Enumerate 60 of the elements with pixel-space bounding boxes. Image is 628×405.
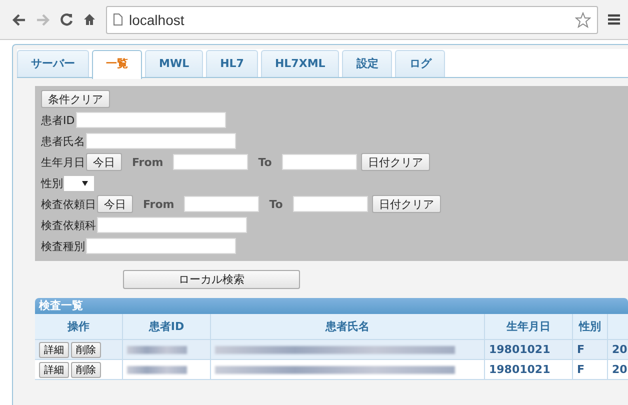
row-action-button[interactable]: 削除 xyxy=(71,342,101,358)
from-date-field[interactable] xyxy=(173,154,248,170)
column-header: 性別 xyxy=(573,314,608,340)
date-clear-button[interactable]: 日付クリア xyxy=(372,195,441,213)
today-button[interactable]: 今日 xyxy=(86,153,122,171)
field-label: 患者氏名 xyxy=(41,134,85,148)
table-cell: F xyxy=(573,340,608,360)
table-title: 検査一覧 xyxy=(35,298,628,314)
date-clear-button[interactable]: 日付クリア xyxy=(360,153,430,171)
address-bar[interactable]: localhost xyxy=(106,6,598,34)
back-icon[interactable] xyxy=(12,14,26,26)
to-label: To xyxy=(258,156,272,168)
to-date-field[interactable] xyxy=(292,196,368,212)
row-action-button[interactable]: 詳細 xyxy=(39,342,69,358)
clear-conditions-button[interactable]: 条件クリア xyxy=(41,90,110,108)
redacted-text xyxy=(127,366,187,374)
column-header: 患者氏名 xyxy=(211,314,485,340)
input-field[interactable] xyxy=(97,217,247,233)
table-cell: 19801021 xyxy=(485,360,573,380)
tab[interactable]: HL7 xyxy=(206,50,258,77)
column-header: 生年月日 xyxy=(485,314,573,340)
star-icon[interactable] xyxy=(575,12,591,28)
from-label: From xyxy=(143,198,174,210)
from-date-field[interactable] xyxy=(184,196,260,212)
reload-icon[interactable] xyxy=(60,13,73,26)
table-cell: 20 xyxy=(608,340,628,360)
tab[interactable]: MWL xyxy=(145,50,204,77)
from-label: From xyxy=(132,156,164,168)
to-label: To xyxy=(269,198,283,210)
tab[interactable]: ログ xyxy=(395,50,446,77)
to-date-field[interactable] xyxy=(282,154,357,170)
field-label: 性別 xyxy=(41,176,63,190)
page-icon xyxy=(113,13,123,26)
forward-icon[interactable] xyxy=(36,14,50,26)
field-label: 患者ID xyxy=(41,112,75,128)
tab[interactable]: 設定 xyxy=(342,50,392,77)
input-field[interactable] xyxy=(86,238,236,254)
field-label: 検査依頼日 xyxy=(41,196,96,212)
table-cell: F xyxy=(573,360,608,380)
column-header: 患者ID xyxy=(123,314,211,340)
field-label: 検査依頼科 xyxy=(41,218,96,232)
field-label: 検査種別 xyxy=(41,238,85,254)
table-cell: 19801021 xyxy=(485,340,573,360)
tab[interactable]: HL7XML xyxy=(260,50,340,77)
row-action-button[interactable]: 詳細 xyxy=(39,362,69,378)
row-action-button[interactable]: 削除 xyxy=(71,362,101,378)
field-label: 生年月日 xyxy=(41,154,85,170)
sex-dropdown[interactable] xyxy=(64,176,94,190)
table-cell: 20 xyxy=(608,360,628,380)
input-field[interactable] xyxy=(76,112,226,128)
home-icon[interactable] xyxy=(83,13,96,26)
redacted-text xyxy=(127,346,187,354)
column-header: 操作 xyxy=(35,314,123,340)
local-search-button[interactable]: ローカル検索 xyxy=(123,270,300,289)
input-field[interactable] xyxy=(86,133,236,149)
today-button[interactable]: 今日 xyxy=(97,195,133,213)
menu-icon[interactable] xyxy=(608,14,620,25)
address-text: localhost xyxy=(129,12,186,28)
dropdown-arrow-icon xyxy=(82,180,88,186)
tab[interactable]: サーバー xyxy=(17,50,89,77)
